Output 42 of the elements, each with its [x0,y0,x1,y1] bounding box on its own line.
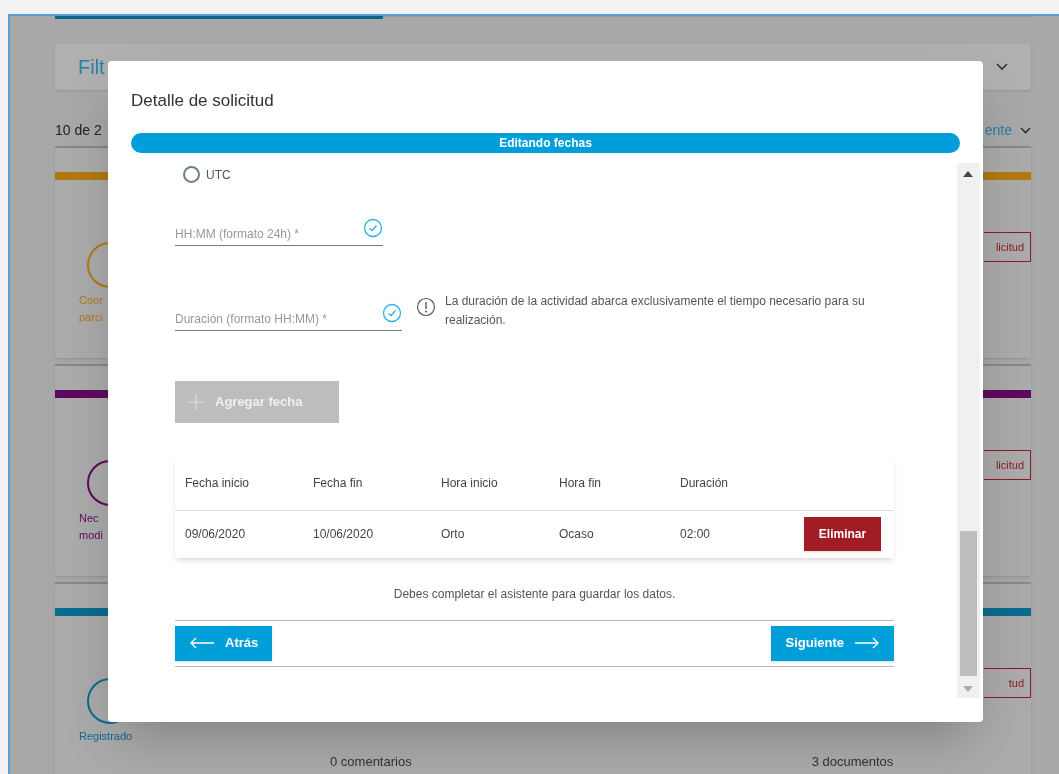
time-field[interactable]: HH:MM (formato 24h) * [175,224,355,243]
column-header: Duración [680,474,730,492]
column-header: Fecha inicio [185,474,251,492]
step-banner: Editando fechas [131,132,960,153]
info-icon [416,296,436,317]
table-cell-text: Orto [441,526,466,543]
status-label: Coor [79,293,103,308]
radio-label: UTC [206,166,231,184]
status-label: Registrado [79,729,133,744]
result-count: 10 de 2 [55,120,102,140]
request-button[interactable]: tud [984,668,1031,698]
table-cell-text: 10/06/2020 [313,526,375,543]
next-button[interactable]: Siguiente [771,625,894,661]
arrow-right-icon [854,637,880,649]
chevron-down-icon[interactable] [1020,126,1031,134]
request-button[interactable]: licitud [984,450,1031,480]
filter-title: Filt [78,55,105,80]
plus-icon [187,392,205,411]
table-cell-text: 09/06/2020 [185,526,247,543]
scrollbar[interactable] [957,162,980,698]
card-footer-text: 0 comentarios [330,753,412,771]
back-button[interactable]: Atrás [175,625,273,661]
dialog-title: Detalle de solicitud [131,90,275,112]
column-header: Fecha fin [313,474,364,492]
radio-button[interactable] [183,166,200,183]
time-field[interactable]: Duración (formato HH:MM) * [175,309,355,328]
notice-text: Debes completar el asistente para guardar los datos. [392,585,677,603]
card-footer-text: 3 documentos [811,753,894,771]
hint-text: La duración de la actividad abarca exclusivamente el tiempo necesario para su realización. [445,292,866,329]
table-cell-text: Ocaso [559,526,595,543]
table-cell-text: 02:00 [680,526,712,543]
column-header: Hora fin [559,474,603,492]
chevron-down-icon[interactable] [996,63,1008,71]
status-label: parci [79,310,103,325]
request-button[interactable]: licitud [984,232,1031,262]
arrow-left-icon [189,637,215,649]
delete-button[interactable]: Eliminar [804,517,881,551]
column-header: Hora inicio [441,474,499,492]
status-label: modi [79,528,103,543]
clock-icon[interactable] [382,303,402,323]
clock-icon[interactable] [363,218,383,238]
status-label: Nec [79,511,99,526]
